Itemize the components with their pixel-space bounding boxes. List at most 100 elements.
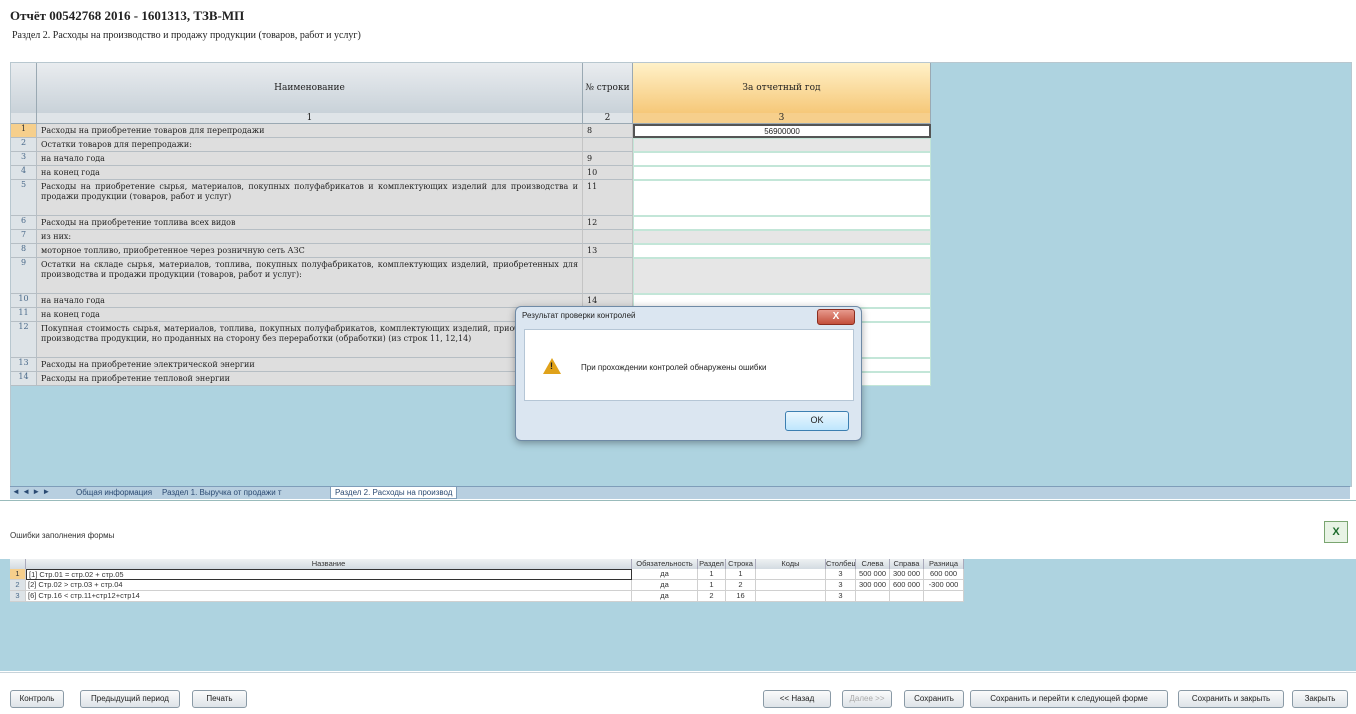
error-cell-left[interactable]: 500 000 [856,569,890,580]
row-number[interactable]: 14 [11,372,37,386]
error-cell-diff[interactable] [924,591,964,602]
row-code: 8 [583,124,633,138]
errors-column-header[interactable]: Обязательность [632,559,698,569]
column-header-value[interactable]: За отчетный год [633,63,931,113]
tab-section-2[interactable]: Раздел 2. Расходы на производ [330,487,458,499]
errors-column-header[interactable]: Коды [756,559,826,569]
error-cell-codes[interactable] [756,591,826,602]
row-number[interactable]: 3 [11,152,37,166]
row-value-input[interactable] [633,180,931,216]
row-value-input[interactable] [633,258,931,294]
error-row-number[interactable]: 1 [10,569,26,580]
warning-icon: ! [543,358,561,374]
errors-column-header[interactable]: Строка [726,559,756,569]
corner-cell[interactable] [11,63,37,113]
row-code: 13 [583,244,633,258]
error-row-number[interactable]: 3 [10,591,26,602]
error-cell-name[interactable]: [2] Стр.02 > стр.03 + стр.04 [26,580,632,591]
row-number[interactable]: 11 [11,308,37,322]
row-number[interactable]: 10 [11,294,37,308]
sheet-tabs: ◄ ◄ ► ► Общая информация Раздел 1. Выруч… [10,486,1350,499]
row-value-input[interactable]: 56900000 [633,124,931,138]
row-name: Расходы на приобретение товаров для пере… [37,124,583,138]
column-number: 3 [633,113,931,124]
sheet-nav-arrows[interactable]: ◄ ◄ ► ► [12,487,50,496]
next-button[interactable]: Далее >> [842,690,892,708]
row-value-input[interactable] [633,166,931,180]
dialog-ok-button[interactable]: OK [785,411,849,431]
error-cell-req[interactable]: да [632,591,698,602]
row-name: моторное топливо, приобретенное через ро… [37,244,583,258]
tab-general-info[interactable]: Общая информация [72,487,156,498]
row-value-input[interactable] [633,216,931,230]
row-number[interactable]: 4 [11,166,37,180]
errors-corner[interactable] [10,559,26,569]
row-number[interactable]: 5 [11,180,37,216]
save-close-button[interactable]: Сохранить и закрыть [1178,690,1284,708]
row-value-input[interactable] [633,138,931,152]
grid-row: 9 Остатки на складе сырья, материалов, то… [11,258,931,294]
error-cell-col[interactable]: 3 [826,591,856,602]
column-header-code[interactable]: № строки [583,63,633,113]
row-code [583,230,633,244]
row-number[interactable]: 1 [11,124,37,138]
error-cell-name[interactable]: [1] Стр.01 = стр.02 + стр.05 [26,569,632,580]
error-cell-col[interactable]: 3 [826,569,856,580]
error-cell-right[interactable]: 600 000 [890,580,924,591]
row-code [583,138,633,152]
errors-column-header[interactable]: Слева [856,559,890,569]
report-subtitle: Раздел 2. Расходы на производство и прод… [12,30,361,41]
control-button[interactable]: Контроль [10,690,64,708]
row-number[interactable]: 8 [11,244,37,258]
row-value-input[interactable] [633,244,931,258]
row-name: из них: [37,230,583,244]
dialog-close-button[interactable]: X [817,309,855,325]
error-cell-line[interactable]: 16 [726,591,756,602]
error-cell-section[interactable]: 2 [698,591,726,602]
back-button[interactable]: << Назад [763,690,831,708]
errors-column-header[interactable]: Справа [890,559,924,569]
error-cell-section[interactable]: 1 [698,580,726,591]
previous-period-button[interactable]: Предыдущий период [80,690,180,708]
error-cell-req[interactable]: да [632,569,698,580]
save-button[interactable]: Сохранить [904,690,964,708]
error-cell-req[interactable]: да [632,580,698,591]
error-cell-left[interactable]: 300 000 [856,580,890,591]
error-cell-line[interactable]: 2 [726,580,756,591]
row-number[interactable]: 9 [11,258,37,294]
errors-column-header[interactable]: Столбец [826,559,856,569]
print-button[interactable]: Печать [192,690,247,708]
errors-column-header[interactable]: Разница [924,559,964,569]
row-value-input[interactable] [633,152,931,166]
close-button[interactable]: Закрыть [1292,690,1348,708]
error-cell-name[interactable]: [6] Стр.16 < стр.11+стр12+стр14 [26,591,632,602]
save-next-form-button[interactable]: Сохранить и перейти к следующей форме [970,690,1168,708]
error-cell-left[interactable] [856,591,890,602]
error-cell-section[interactable]: 1 [698,569,726,580]
row-name: Остатки товаров для перепродажи: [37,138,583,152]
row-number[interactable]: 13 [11,358,37,372]
row-number[interactable]: 12 [11,322,37,358]
error-cell-col[interactable]: 3 [826,580,856,591]
error-cell-diff[interactable]: 600 000 [924,569,964,580]
row-name: на начало года [37,294,583,308]
row-number[interactable]: 7 [11,230,37,244]
errors-header: Ошибки заполнения формы X [0,501,1356,559]
row-value-input[interactable] [633,230,931,244]
error-cell-right[interactable] [890,591,924,602]
error-cell-right[interactable]: 300 000 [890,569,924,580]
row-code: 11 [583,180,633,216]
error-cell-codes[interactable] [756,569,826,580]
row-number[interactable]: 2 [11,138,37,152]
error-cell-line[interactable]: 1 [726,569,756,580]
error-row-number[interactable]: 2 [10,580,26,591]
dialog-title: Результат проверки контролей [522,311,636,320]
error-cell-codes[interactable] [756,580,826,591]
tab-section-1[interactable]: Раздел 1. Выручка от продажи т [158,487,286,498]
column-header-name[interactable]: Наименование [37,63,583,113]
excel-export-icon[interactable]: X [1324,521,1348,543]
row-number[interactable]: 6 [11,216,37,230]
errors-column-header[interactable]: Раздел [698,559,726,569]
errors-column-header[interactable]: Название [26,559,632,569]
error-cell-diff[interactable]: -300 000 [924,580,964,591]
